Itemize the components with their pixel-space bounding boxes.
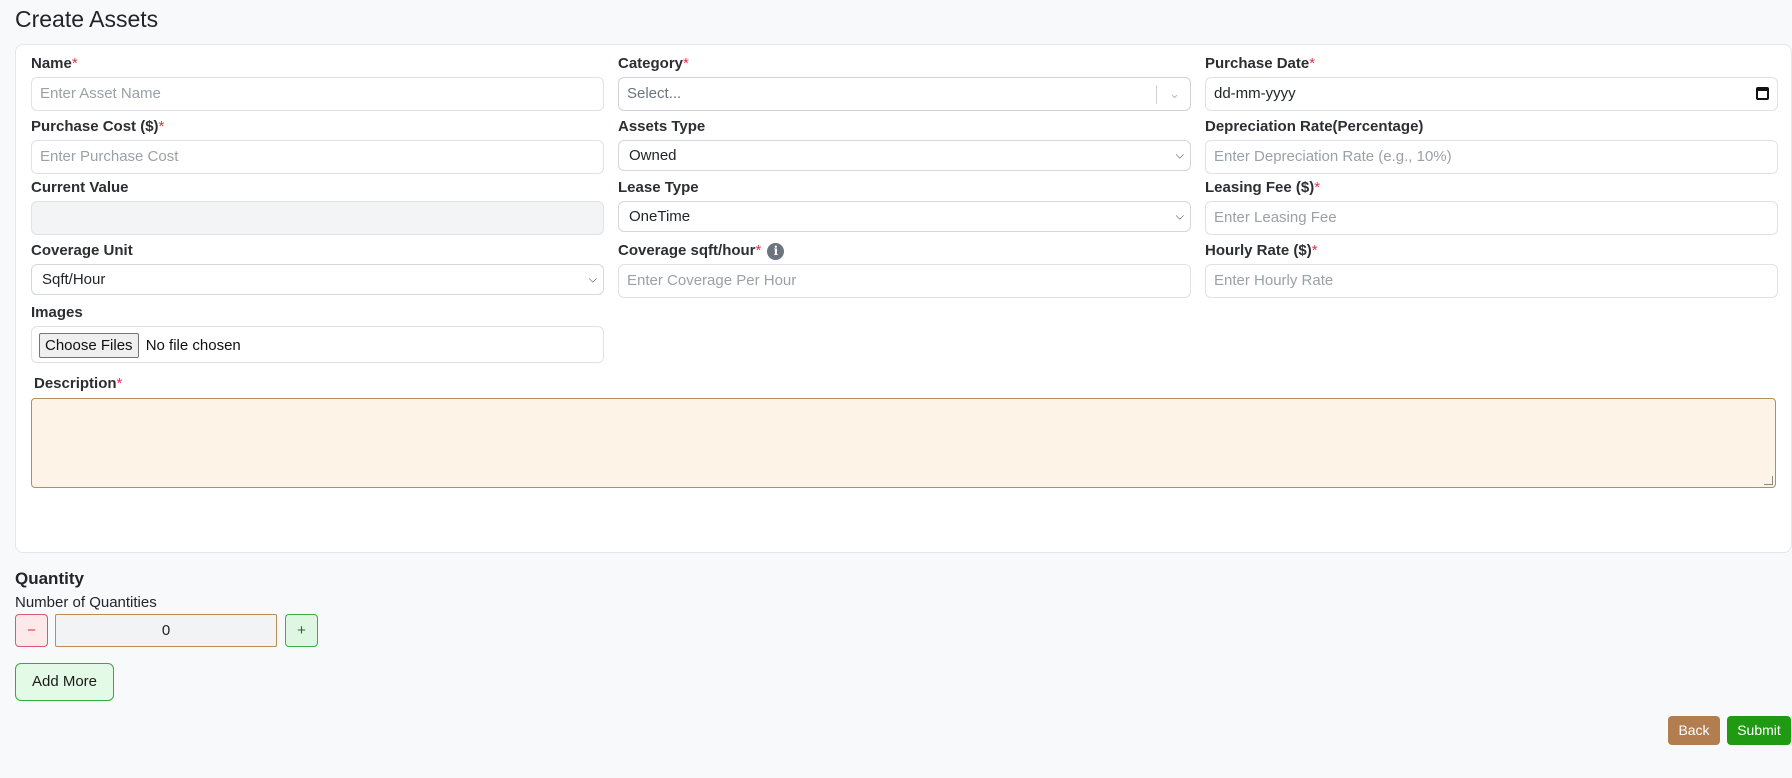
chevron-down-icon: ⌵: [1175, 149, 1184, 161]
asset-form-card: Name* Enter Asset Name Category* Select.…: [15, 44, 1792, 553]
images-field: Images Choose Files No file chosen: [31, 303, 604, 363]
lease-type-field: Lease Type OneTime ⌵: [618, 178, 1191, 232]
info-icon[interactable]: i: [767, 242, 785, 260]
assets-type-field: Assets Type Owned ⌵: [618, 117, 1191, 171]
depreciation-rate-field: Depreciation Rate(Percentage) Enter Depr…: [1205, 117, 1778, 174]
file-status: No file chosen: [145, 336, 241, 354]
required-marker: *: [755, 242, 762, 259]
images-label: Images: [31, 304, 83, 321]
lease-type-value: OneTime: [629, 208, 691, 225]
coverage-per-hour-label: Coverage sqft/hour: [618, 242, 756, 259]
assets-type-label: Assets Type: [618, 118, 706, 135]
category-field: Category* Select... ⌄: [618, 54, 1191, 111]
required-marker: *: [71, 55, 78, 72]
leasing-fee-label: Leasing Fee ($): [1205, 179, 1315, 196]
assets-type-value: Owned: [629, 147, 677, 164]
required-marker: *: [116, 375, 123, 392]
quantity-input[interactable]: 0: [55, 614, 277, 647]
coverage-per-hour-field: Coverage sqft/hour* i Enter Coverage Per …: [618, 241, 1191, 298]
required-marker: *: [1309, 55, 1316, 72]
name-label: Name: [31, 55, 72, 72]
purchase-date-value: dd-mm-yyyy: [1214, 85, 1296, 102]
name-input[interactable]: Enter Asset Name: [31, 77, 604, 111]
submit-button[interactable]: Submit: [1727, 716, 1791, 745]
leasing-fee-input[interactable]: Enter Leasing Fee: [1205, 201, 1778, 235]
current-value-input: [31, 201, 604, 235]
purchase-date-label: Purchase Date: [1205, 55, 1310, 72]
chevron-down-icon: ⌵: [588, 273, 597, 285]
required-marker: *: [1311, 242, 1318, 259]
category-label: Category: [618, 55, 684, 72]
images-file-input[interactable]: Choose Files No file chosen: [31, 326, 604, 363]
quantity-label: Number of Quantities: [15, 594, 157, 611]
required-marker: *: [1314, 179, 1321, 196]
lease-type-label: Lease Type: [618, 179, 699, 196]
hourly-rate-input[interactable]: Enter Hourly Rate: [1205, 264, 1778, 298]
purchase-cost-label: Purchase Cost ($): [31, 118, 159, 135]
add-more-button[interactable]: Add More: [15, 663, 114, 701]
purchase-cost-field: Purchase Cost ($)* Enter Purchase Cost: [31, 117, 604, 174]
purchase-date-field: Purchase Date* dd-mm-yyyy: [1205, 54, 1778, 111]
category-placeholder: Select...: [627, 85, 682, 102]
page-title: Create Assets: [15, 6, 159, 32]
coverage-unit-field: Coverage Unit Sqft/Hour ⌵: [31, 241, 604, 295]
required-marker: *: [683, 55, 689, 72]
back-button[interactable]: Back: [1668, 716, 1720, 745]
choose-files-button[interactable]: Choose Files: [39, 332, 139, 358]
coverage-per-hour-input[interactable]: Enter Coverage Per Hour: [618, 264, 1191, 298]
required-marker: *: [158, 118, 165, 135]
purchase-date-input[interactable]: dd-mm-yyyy: [1205, 77, 1778, 111]
current-value-field: Current Value: [31, 178, 604, 235]
current-value-label: Current Value: [31, 179, 129, 196]
calendar-icon[interactable]: [1756, 87, 1769, 100]
name-field: Name* Enter Asset Name: [31, 54, 604, 111]
increment-button[interactable]: +: [285, 614, 318, 647]
coverage-unit-label: Coverage Unit: [31, 242, 133, 259]
leasing-fee-field: Leasing Fee ($)* Enter Leasing Fee: [1205, 178, 1778, 235]
hourly-rate-label: Hourly Rate ($): [1205, 242, 1312, 259]
depreciation-rate-label: Depreciation Rate(Percentage): [1205, 118, 1424, 135]
lease-type-select[interactable]: OneTime ⌵: [618, 201, 1191, 232]
description-textarea[interactable]: [31, 398, 1776, 488]
purchase-cost-input[interactable]: Enter Purchase Cost: [31, 140, 604, 174]
hourly-rate-field: Hourly Rate ($)* Enter Hourly Rate: [1205, 241, 1778, 298]
description-label: Description: [34, 375, 117, 392]
quantity-title: Quantity: [15, 569, 84, 588]
depreciation-rate-input[interactable]: Enter Depreciation Rate (e.g., 10%): [1205, 140, 1778, 174]
decrement-button[interactable]: −: [15, 614, 48, 647]
chevron-down-icon: ⌵: [1175, 210, 1184, 222]
coverage-unit-select[interactable]: Sqft/Hour ⌵: [31, 264, 604, 295]
category-select[interactable]: Select... ⌄: [618, 77, 1191, 111]
select-divider: [1156, 85, 1157, 104]
chevron-down-icon[interactable]: ⌄: [1169, 78, 1180, 110]
coverage-unit-value: Sqft/Hour: [42, 271, 106, 288]
assets-type-select[interactable]: Owned ⌵: [618, 140, 1191, 171]
